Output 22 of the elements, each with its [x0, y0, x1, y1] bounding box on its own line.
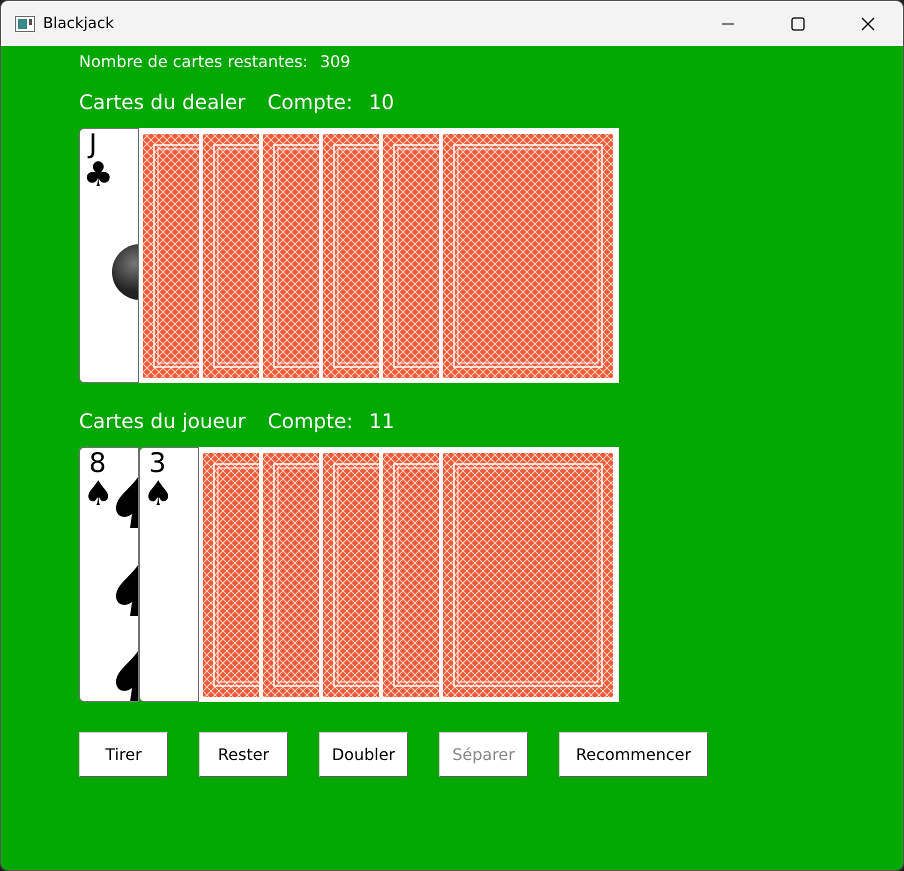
hand-title: Cartes du joueur: [79, 408, 246, 435]
remaining-label: Nombre de cartes restantes:: [79, 51, 308, 73]
hand-title: Cartes du dealer: [79, 89, 246, 116]
card-rank: 3: [149, 450, 166, 477]
count-label: Compte:: [267, 89, 353, 116]
game-button[interactable]: Doubler: [319, 732, 408, 777]
game-button[interactable]: Rester: [199, 732, 288, 777]
count-value: 11: [369, 408, 394, 435]
card-suit: ♠: [143, 477, 174, 511]
game-button[interactable]: Recommencer: [559, 732, 708, 777]
window-title: Blackjack: [43, 13, 114, 34]
maximize-icon: [791, 16, 805, 30]
app-icon: [15, 16, 35, 32]
card-rank: J: [89, 131, 97, 158]
close-icon: [861, 16, 875, 30]
card-suit: ♣: [83, 158, 114, 192]
remaining-count: 309: [320, 51, 350, 73]
count-label: Compte:: [268, 408, 354, 435]
game-button[interactable]: Tirer: [79, 732, 168, 777]
card-rank: 8: [89, 450, 106, 477]
card-suit: ♠: [83, 477, 114, 511]
count-value: 10: [368, 89, 394, 116]
